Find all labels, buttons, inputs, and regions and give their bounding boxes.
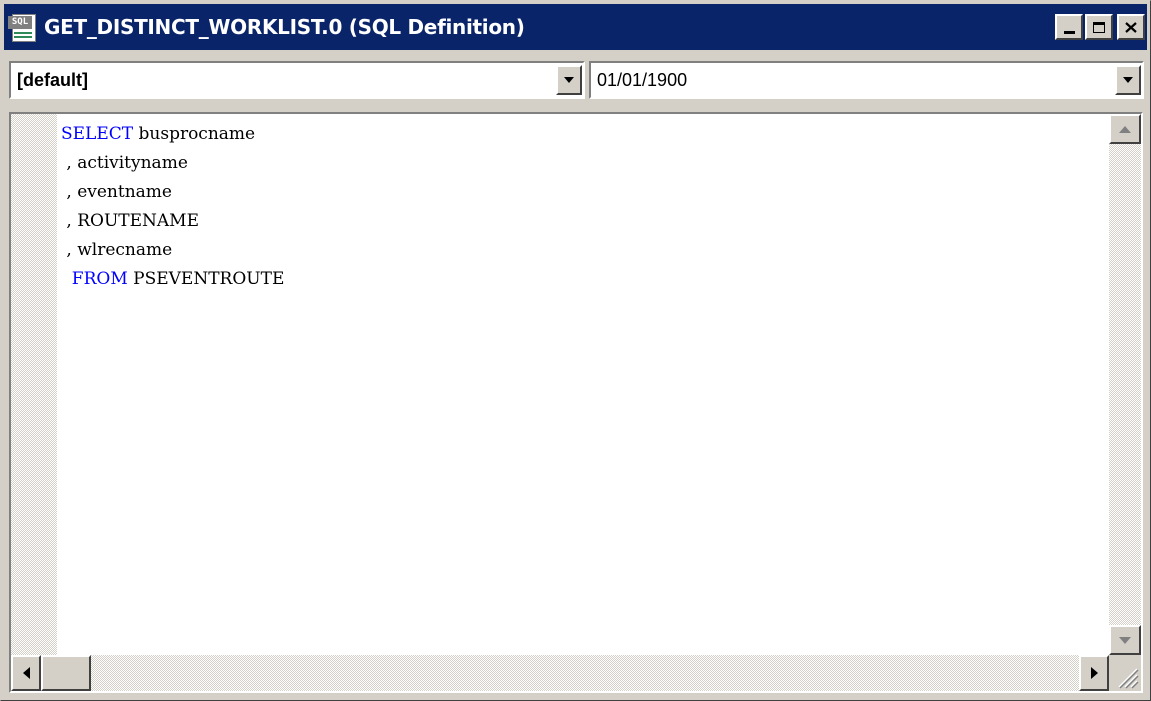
sql-text: , eventname (61, 182, 172, 202)
arrow-right-icon (1090, 667, 1098, 679)
sql-code-area[interactable]: SELECT busprocname , activityname , even… (57, 114, 1109, 655)
horizontal-scrollbar[interactable] (11, 655, 1109, 691)
sql-editor[interactable]: SELECT busprocname , activityname , even… (9, 112, 1143, 693)
scroll-right-button[interactable] (1079, 655, 1109, 691)
code-line: , eventname (61, 178, 1109, 207)
code-line: FROM PSEVENTROUTE (61, 265, 1109, 294)
effective-date-select[interactable]: 01/01/1900 (589, 61, 1144, 99)
arrow-down-icon (1119, 636, 1131, 644)
minimize-icon (1063, 30, 1075, 34)
code-line: , wlrecname (61, 236, 1109, 265)
minimize-button[interactable] (1055, 14, 1083, 40)
arrow-up-icon (1119, 125, 1131, 133)
vertical-scrollbar[interactable] (1109, 114, 1141, 655)
maximize-icon (1093, 21, 1105, 33)
sql-definition-window: SQL GET_DISTINCT_WORKLIST.0 (SQL Definit… (0, 0, 1151, 701)
code-line: SELECT busprocname (61, 120, 1109, 149)
resize-grip[interactable] (1109, 655, 1141, 691)
arrow-left-icon (22, 667, 30, 679)
editor-gutter (11, 114, 57, 655)
sql-keyword: FROM (61, 269, 128, 289)
code-line: , ROUTENAME (61, 207, 1109, 236)
chevron-down-icon (1123, 77, 1133, 83)
close-button[interactable] (1117, 14, 1145, 40)
code-line: , activityname (61, 149, 1109, 178)
sql-text: busprocname (133, 124, 256, 144)
market-select[interactable]: [default] (9, 61, 585, 99)
sql-definition-icon[interactable]: SQL (8, 12, 38, 42)
sql-keyword: SELECT (61, 124, 134, 144)
sql-text: PSEVENTROUTE (127, 269, 285, 289)
window-controls (1055, 14, 1145, 40)
scroll-left-button[interactable] (11, 655, 41, 691)
effective-date-dropdown-button[interactable] (1115, 65, 1141, 95)
title-bar[interactable]: SQL GET_DISTINCT_WORKLIST.0 (SQL Definit… (4, 4, 1147, 50)
market-select-value: [default] (17, 69, 88, 90)
horizontal-scroll-thumb[interactable] (41, 655, 91, 691)
resize-grip-icon (1118, 668, 1139, 689)
maximize-button[interactable] (1085, 14, 1113, 40)
chevron-down-icon (564, 77, 574, 83)
scroll-down-button[interactable] (1109, 625, 1141, 655)
sql-icon-label: SQL (8, 16, 32, 29)
window-title: GET_DISTINCT_WORKLIST.0 (SQL Definition) (44, 15, 525, 39)
scroll-up-button[interactable] (1109, 114, 1141, 144)
effective-date-value: 01/01/1900 (597, 69, 688, 90)
sql-text: , wlrecname (61, 240, 173, 260)
close-icon (1125, 21, 1137, 33)
sql-text: , activityname (61, 153, 188, 173)
market-dropdown-button[interactable] (556, 65, 582, 95)
sql-text: , ROUTENAME (61, 211, 199, 231)
